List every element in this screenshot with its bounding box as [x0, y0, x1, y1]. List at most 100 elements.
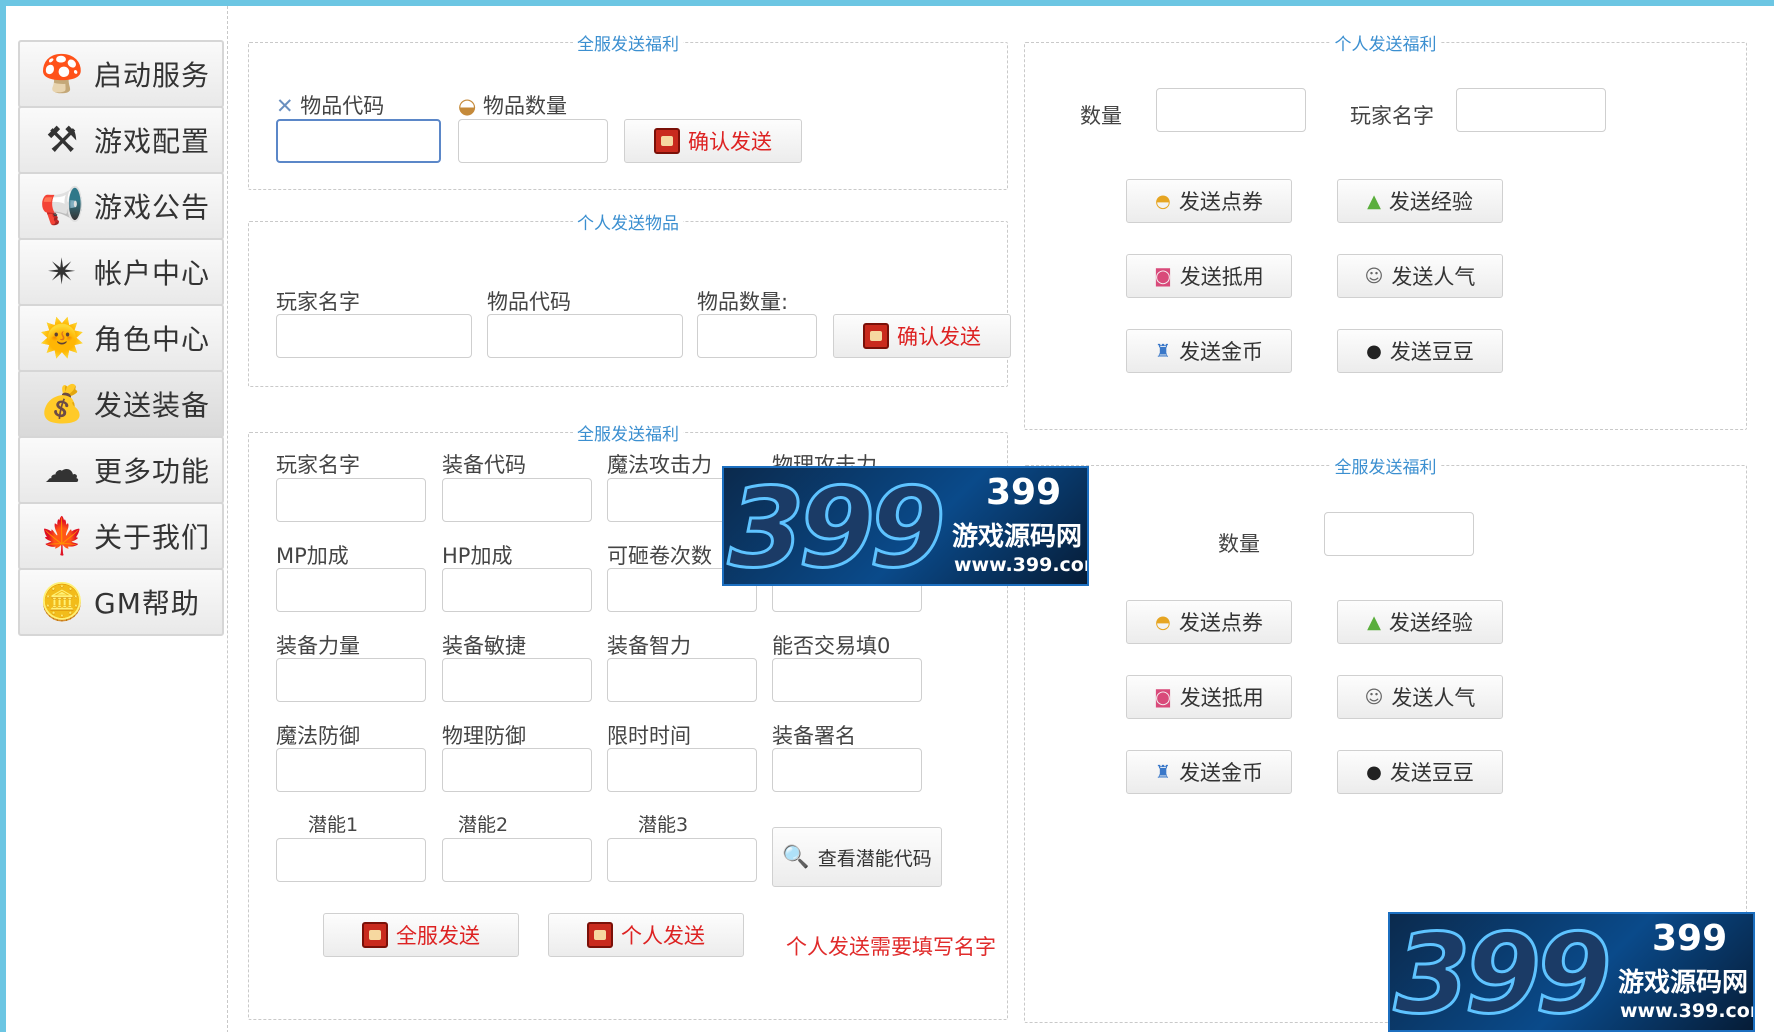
equip-mp-input[interactable] — [276, 568, 426, 612]
sidebar-item-account-center[interactable]: ✴ 帐户中心 — [18, 238, 224, 306]
personal-player-input[interactable] — [276, 314, 472, 358]
server-send-beans-button[interactable]: ● 发送豆豆 — [1337, 750, 1503, 794]
sidebar-item-more-features[interactable]: ☁ 更多功能 — [18, 436, 224, 504]
bowl-icon: ◒ — [458, 94, 483, 118]
equip-tradable-input[interactable] — [772, 658, 922, 702]
send-gold-button[interactable]: ♜ 发送金币 — [1126, 329, 1292, 373]
maple-leaf-icon: 🍁 — [39, 516, 85, 557]
server-item-confirm-button[interactable]: 确认发送 — [624, 119, 802, 163]
item-code-label: 物品代码 — [487, 290, 571, 314]
sidebar-item-character-center[interactable]: 🌞 角色中心 — [18, 304, 224, 372]
view-potential-code-button[interactable]: 🔍 查看潜能代码 — [772, 827, 942, 887]
equip-int-input[interactable] — [607, 658, 757, 702]
sidebar-item-label: 更多功能 — [94, 455, 211, 488]
sidebar-item-game-config[interactable]: ⚒ 游戏配置 — [18, 106, 224, 174]
personal-send-note: 个人发送需要填写名字 — [786, 935, 996, 959]
send-fame-button[interactable]: ☺ 发送人气 — [1337, 254, 1503, 298]
button-label: 发送抵用 — [1179, 686, 1264, 710]
sidebar-item-announcement[interactable]: 📢 游戏公告 — [18, 172, 224, 240]
send-exp-button[interactable]: ▲ 发送经验 — [1337, 179, 1503, 223]
equip-time-limit-input[interactable] — [607, 748, 757, 792]
sidebar-item-start-service[interactable]: 🍄 启动服务 — [18, 40, 224, 108]
equip-player-label: 玩家名字 — [276, 453, 360, 477]
potential-2-label: 潜能2 — [458, 814, 509, 836]
sidebar-item-send-equipment[interactable]: 💰 发送装备 — [18, 370, 224, 438]
server-welfare-qty-input[interactable] — [1324, 512, 1474, 556]
server-send-gold-button[interactable]: ♜ 发送金币 — [1126, 750, 1292, 794]
button-label: 发送抵用 — [1179, 265, 1264, 289]
personal-welfare-player-input[interactable] — [1456, 88, 1606, 132]
qty-label: 数量 — [1080, 104, 1122, 128]
equip-hp-input[interactable] — [442, 568, 592, 612]
group-legend: 个人发送福利 — [1334, 35, 1437, 55]
equip-magic-defense-label: 魔法防御 — [276, 724, 360, 748]
personal-item-code-input[interactable] — [487, 314, 683, 358]
potential-3-input[interactable] — [607, 838, 757, 882]
button-label: 发送金币 — [1179, 761, 1264, 785]
server-send-points-button[interactable]: ◓ 发送点券 — [1126, 600, 1292, 644]
personal-item-qty-input[interactable] — [697, 314, 817, 358]
sidebar-item-label: GM帮助 — [94, 587, 200, 620]
equip-signature-input[interactable] — [772, 748, 922, 792]
server-item-qty-input[interactable] — [458, 119, 608, 163]
item-code-icon: ✕ — [276, 94, 301, 118]
equip-mp-label: MP加成 — [276, 544, 349, 568]
sidebar-item-label: 角色中心 — [94, 323, 211, 356]
send-voucher-button[interactable]: ◙ 发送抵用 — [1126, 254, 1292, 298]
sidebar-item-label: 关于我们 — [94, 521, 211, 554]
crossed-tools-icon: ⚒ — [45, 119, 79, 161]
server-send-fame-button[interactable]: ☺ 发送人气 — [1337, 675, 1503, 719]
equip-signature-label: 装备署名 — [772, 724, 856, 748]
button-label: 发送人气 — [1391, 265, 1476, 289]
exp-icon: ▲ — [1367, 190, 1381, 212]
server-item-code-input[interactable] — [276, 119, 441, 163]
button-label: 发送经验 — [1388, 611, 1473, 635]
group-legend: 个人发送物品 — [577, 214, 679, 234]
server-send-voucher-button[interactable]: ◙ 发送抵用 — [1126, 675, 1292, 719]
send-box-icon — [362, 922, 388, 948]
personal-send-button[interactable]: 个人发送 — [548, 913, 744, 957]
sidebar: 🍄 启动服务 ⚒ 游戏配置 📢 游戏公告 ✴ 帐户中心 🌞 角色中心 💰 发送装… — [12, 6, 228, 1032]
watermark-banner: 399 399 游戏源码网 www.399.com — [1388, 912, 1755, 1032]
equip-str-label: 装备力量 — [276, 634, 360, 658]
sidebar-item-label: 帐户中心 — [94, 257, 211, 290]
exp-icon: ▲ — [1367, 611, 1381, 633]
money-bag-icon: 💰 — [39, 384, 85, 425]
equip-physical-defense-input[interactable] — [442, 748, 592, 792]
button-label: 发送经验 — [1388, 190, 1473, 214]
coupon-icon: ◓ — [1155, 611, 1171, 633]
sun-flower-icon: 🌞 — [39, 318, 85, 359]
button-label: 发送点券 — [1178, 611, 1263, 635]
watermark-url: www.399.com — [1620, 1000, 1755, 1022]
equip-str-input[interactable] — [276, 658, 426, 702]
item-code-text: 物品代码 — [300, 94, 385, 118]
item-qty-label: 物品数量: — [697, 290, 789, 314]
gold-coin-icon: 🪙 — [39, 582, 85, 623]
pinwheel-icon: ✴ — [46, 251, 78, 293]
watermark-url: www.399.com — [954, 554, 1089, 576]
coupon-icon: ◓ — [1155, 190, 1171, 212]
equip-dex-input[interactable] — [442, 658, 592, 702]
server-send-exp-button[interactable]: ▲ 发送经验 — [1337, 600, 1503, 644]
equip-player-input[interactable] — [276, 478, 426, 522]
send-points-button[interactable]: ◓ 发送点券 — [1126, 179, 1292, 223]
potential-1-input[interactable] — [276, 838, 426, 882]
button-label: 发送金币 — [1179, 340, 1264, 364]
fame-icon: ☺ — [1364, 686, 1384, 708]
mushroom-house-icon: 🍄 — [39, 54, 85, 95]
personal-welfare-qty-input[interactable] — [1156, 88, 1306, 132]
server-send-button[interactable]: 全服发送 — [323, 913, 519, 957]
equip-magic-defense-input[interactable] — [276, 748, 426, 792]
gold-icon: ♜ — [1154, 340, 1172, 362]
watermark-number: 399 — [1652, 918, 1728, 959]
equip-hp-label: HP加成 — [442, 544, 513, 568]
sidebar-item-gm-help[interactable]: 🪙 GM帮助 — [18, 568, 224, 636]
personal-item-confirm-button[interactable]: 确认发送 — [833, 314, 1011, 358]
potential-2-input[interactable] — [442, 838, 592, 882]
sidebar-item-about-us[interactable]: 🍁 关于我们 — [18, 502, 224, 570]
sidebar-item-label: 启动服务 — [94, 59, 211, 92]
equip-code-input[interactable] — [442, 478, 592, 522]
megaphone-icon: 📢 — [39, 186, 85, 227]
send-beans-button[interactable]: ● 发送豆豆 — [1337, 329, 1503, 373]
panda-icon: ● — [1366, 761, 1382, 783]
